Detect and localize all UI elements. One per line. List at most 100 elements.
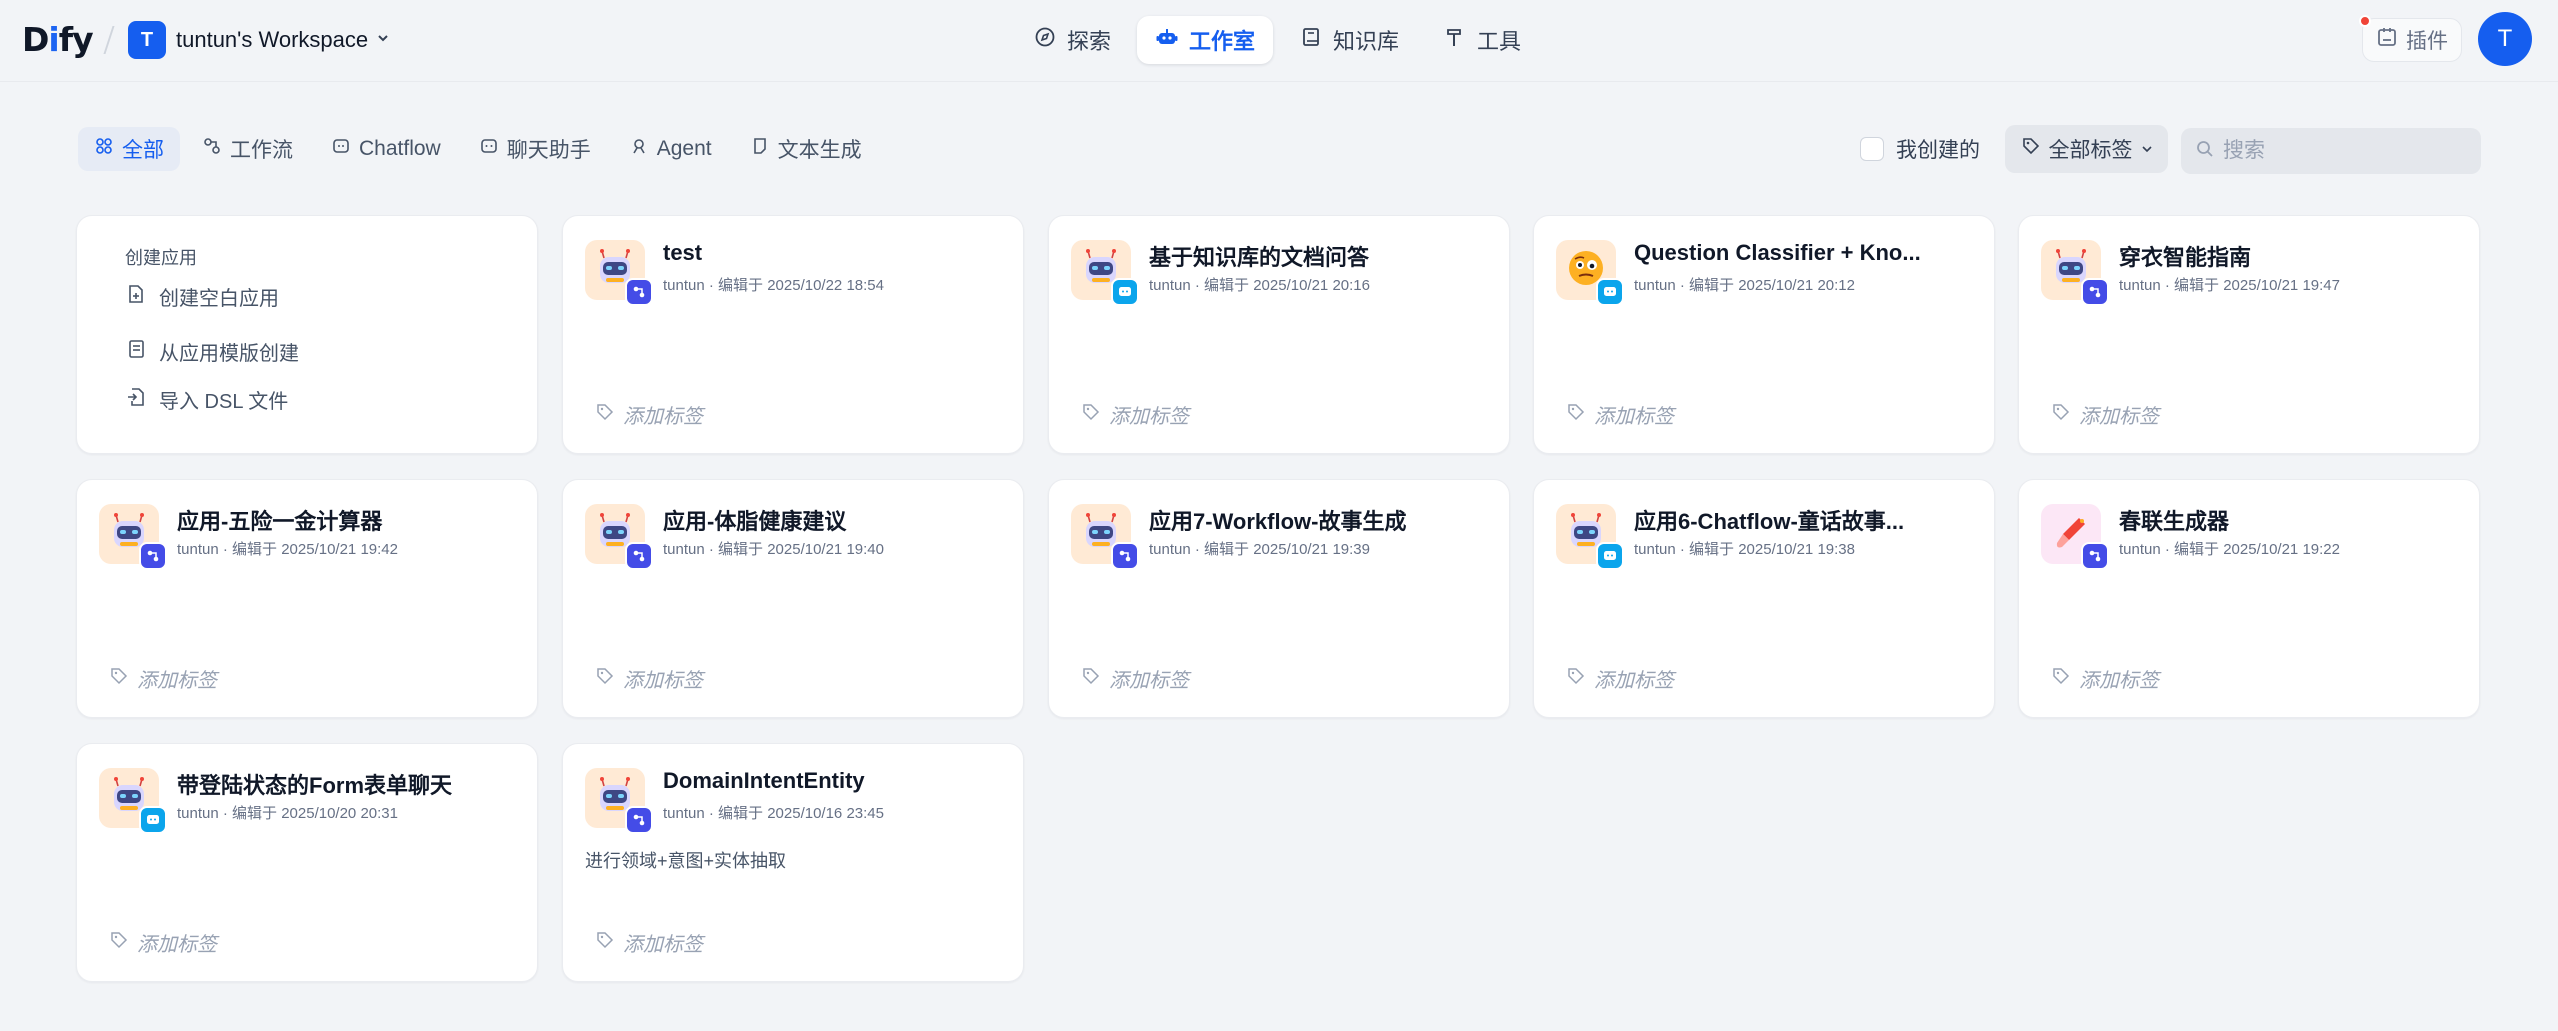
tab-chatflow[interactable]: Chatflow [315,127,457,171]
workflow-type-badge-icon [139,542,167,570]
app-card[interactable]: 基于知识库的文档问答 tuntun · 编辑于 2025/10/21 20:16 添… [1048,215,1510,454]
workspace-avatar: T [128,21,166,59]
add-tag-label: 添加标签 [2079,406,2159,428]
tag-icon [1081,666,1101,692]
chevron-down-icon [2141,137,2153,161]
workflow-icon [202,136,222,162]
tab-all-label: 全部 [122,139,164,162]
app-card[interactable]: DomainIntentEntity tuntun · 编辑于 2025/10/1… [562,743,1024,982]
app-meta: tuntun · 编辑于 2025/10/21 19:39 [1149,541,1370,558]
user-avatar[interactable]: T [2478,12,2532,66]
tab-agent[interactable]: Agent [613,127,728,171]
add-tag-button[interactable]: 添加标签 [2051,400,2159,429]
add-tag-button[interactable]: 添加标签 [1081,664,1189,693]
app-card[interactable]: 穿衣智能指南 tuntun · 编辑于 2025/10/21 19:47 添加标签 [2018,215,2480,454]
created-by-me-filter[interactable]: 我创建的 [1860,135,1980,163]
tab-chatbot[interactable]: 聊天助手 [463,127,607,171]
tag-icon [595,666,615,692]
notification-dot [2359,15,2371,27]
app-card[interactable]: 带登陆状态的Form表单聊天 tuntun · 编辑于 2025/10/20 20… [76,743,538,982]
create-app-title: 创建应用 [125,248,197,268]
tag-icon [2021,136,2041,162]
import-dsl-button[interactable]: 导入 DSL 文件 [125,385,288,414]
nav-tools[interactable]: 工具 [1425,16,1539,64]
app-meta: tuntun · 编辑于 2025/10/22 18:54 [663,277,884,294]
search-input[interactable] [2223,139,2463,163]
tag-icon [1566,666,1586,692]
nav-knowledge[interactable]: 知识库 [1281,16,1417,64]
app-card[interactable]: 春联生成器 tuntun · 编辑于 2025/10/21 19:22 添加标签 [2018,479,2480,718]
main-nav: 探索 工作室 知识库 工具 [1015,16,1539,64]
app-name: DomainIntentEntity [663,768,865,793]
plugin-icon [2376,26,2398,54]
app-card[interactable]: 应用-五险一金计算器 tuntun · 编辑于 2025/10/21 19:42 添… [76,479,538,718]
app-description: 进行领域+意图+实体抽取 [585,851,787,871]
nav-knowledge-label: 知识库 [1333,29,1400,54]
app-icon [1071,240,1139,306]
tab-text-generation[interactable]: 文本生成 [734,127,878,171]
app-meta: tuntun · 编辑于 2025/10/21 19:47 [2119,277,2340,294]
nav-tools-label: 工具 [1477,29,1522,54]
import-dsl-label: 导入 DSL 文件 [159,391,289,413]
created-by-me-checkbox[interactable] [1860,137,1884,161]
workspace-switcher[interactable]: T tuntun's Workspace [128,20,390,60]
book-icon [1299,25,1323,55]
add-tag-button[interactable]: 添加标签 [2051,664,2159,693]
robot-icon [1155,25,1179,55]
grid-icon [94,136,114,162]
plugins-label: 插件 [2406,30,2448,53]
app-meta: tuntun · 编辑于 2025/10/21 19:42 [177,541,398,558]
app-card[interactable]: 应用6-Chatflow-童话故事... tuntun · 编辑于 2025/10… [1533,479,1995,718]
app-type-tabs: 全部 工作流 Chatflow 聊天助手 Agent 文本生成 [78,127,878,171]
tab-workflow[interactable]: 工作流 [186,127,309,171]
add-tag-button[interactable]: 添加标签 [595,928,703,957]
app-card[interactable]: 应用7-Workflow-故事生成 tuntun · 编辑于 2025/10/21… [1048,479,1510,718]
template-icon [125,338,147,366]
header-divider [103,26,115,54]
app-meta: tuntun · 编辑于 2025/10/21 19:22 [2119,541,2340,558]
tag-icon [109,666,129,692]
app-meta: tuntun · 编辑于 2025/10/21 19:38 [1634,541,1855,558]
add-tag-label: 添加标签 [1109,670,1189,692]
tag-filter-dropdown[interactable]: 全部标签 [2005,125,2168,173]
tab-chatbot-label: 聊天助手 [506,139,591,162]
app-name: 春联生成器 [2119,509,2230,534]
nav-explore[interactable]: 探索 [1015,16,1129,64]
app-icon [1556,240,1624,306]
tab-agent-label: Agent [656,137,712,160]
add-tag-label: 添加标签 [623,670,703,692]
app-icon [1556,504,1624,570]
create-blank-app-label: 创建空白应用 [159,288,279,310]
app-icon [99,768,167,834]
nav-studio[interactable]: 工作室 [1137,16,1274,64]
add-tag-button[interactable]: 添加标签 [1566,664,1674,693]
workflow-type-badge-icon [625,542,653,570]
create-from-template-button[interactable]: 从应用模版创建 [125,337,299,366]
add-tag-button[interactable]: 添加标签 [109,928,217,957]
search-box[interactable] [2181,128,2481,174]
app-name: 应用-五险一金计算器 [177,509,383,534]
add-tag-button[interactable]: 添加标签 [595,400,703,429]
chat-type-badge-icon [1596,542,1624,570]
add-tag-label: 添加标签 [1109,406,1189,428]
add-tag-button[interactable]: 添加标签 [1081,400,1189,429]
chat-type-badge-icon [1596,278,1624,306]
agent-icon [629,136,649,162]
tab-all[interactable]: 全部 [78,127,180,171]
add-tag-button[interactable]: 添加标签 [595,664,703,693]
app-icon [2041,504,2109,570]
app-icon [1071,504,1139,570]
app-icon [585,240,653,306]
app-meta: tuntun · 编辑于 2025/10/21 20:16 [1149,277,1370,294]
app-card[interactable]: test tuntun · 编辑于 2025/10/22 18:54 添加标签 [562,215,1024,454]
add-tag-button[interactable]: 添加标签 [109,664,217,693]
dify-logo[interactable]: Dify [22,20,94,59]
app-card[interactable]: 应用-体脂健康建议 tuntun · 编辑于 2025/10/21 19:40 添加… [562,479,1024,718]
plugins-button[interactable]: 插件 [2359,15,2462,62]
add-tag-label: 添加标签 [1594,406,1674,428]
create-blank-app-button[interactable]: 创建空白应用 [125,282,279,311]
app-name: test [663,240,703,265]
app-card[interactable]: Question Classifier + Kno... tuntun · 编辑于… [1533,215,1995,454]
workflow-type-badge-icon [625,278,653,306]
add-tag-button[interactable]: 添加标签 [1566,400,1674,429]
